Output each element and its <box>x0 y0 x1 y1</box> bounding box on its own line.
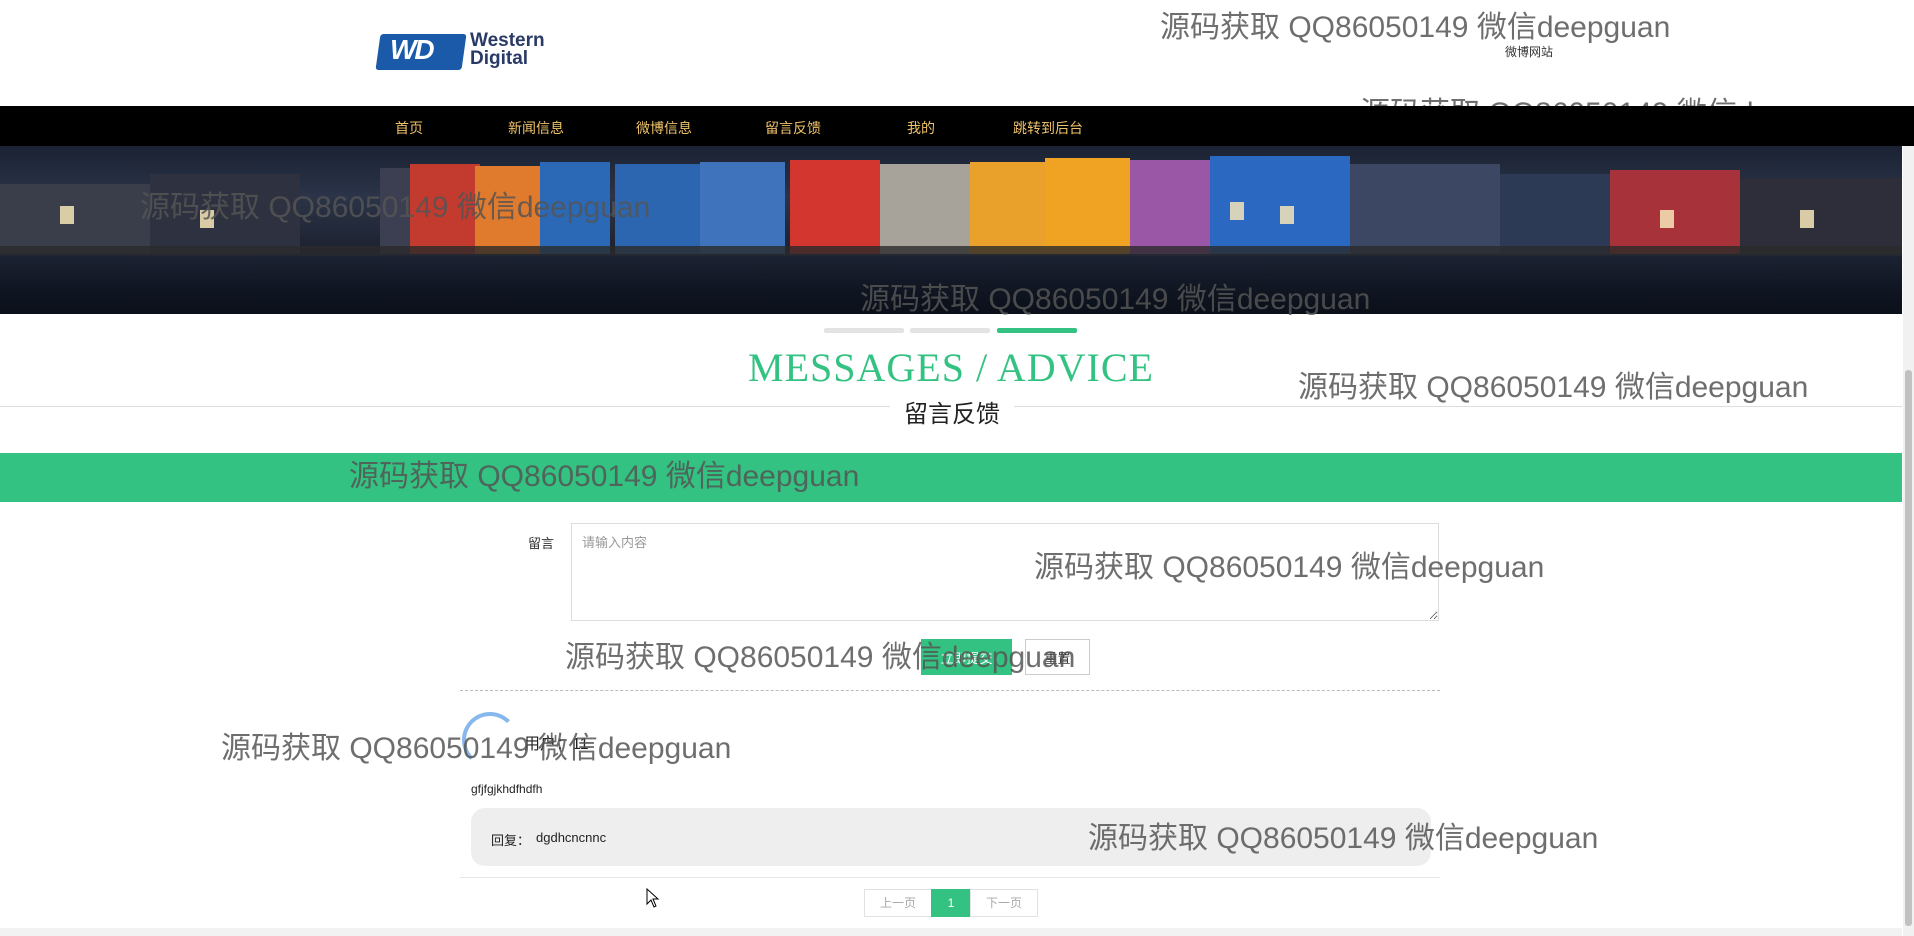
title-decoration-bar-2 <box>910 328 990 333</box>
nav-item-home[interactable]: 首页 <box>395 118 423 138</box>
avatar-loading-icon <box>462 712 518 768</box>
nav-item-news[interactable]: 新闻信息 <box>508 118 564 138</box>
nav-item-weibo[interactable]: 微博信息 <box>636 118 692 138</box>
title-decoration-bar-3 <box>997 328 1077 333</box>
section-title-english: MESSAGES / ADVICE <box>748 345 1154 390</box>
western-digital-logo[interactable]: WD Western Digital <box>375 31 568 72</box>
nav-item-mine[interactable]: 我的 <box>907 118 935 138</box>
message-input[interactable] <box>571 523 1439 621</box>
logo-company-name: Western Digital <box>470 31 545 69</box>
pagination-next-button[interactable]: 下一页 <box>970 889 1038 917</box>
reply-text: dgdhcncnnc <box>536 830 607 845</box>
main-nav: 首页 新闻信息 微博信息 留言反馈 我的 跳转到后台 <box>0 106 1914 146</box>
site-name-link[interactable]: 微博网站 <box>1505 43 1553 60</box>
green-banner-strip <box>0 453 1902 502</box>
submit-button[interactable]: 立即提交 <box>921 639 1012 675</box>
reply-label: 回复： <box>491 833 531 848</box>
watermark-text: 源码获取 QQ86050149 微信deepguan <box>1360 88 1870 106</box>
nav-item-admin[interactable]: 跳转到后台 <box>1013 118 1083 138</box>
watermark-text: 源码获取 QQ86050149 微信deepguan <box>1160 11 1671 44</box>
logo-name-line2: Digital <box>470 48 529 69</box>
scrollbar-thumb[interactable] <box>1905 370 1912 926</box>
hero-banner-image <box>0 146 1902 314</box>
nav-item-feedback[interactable]: 留言反馈 <box>765 118 821 138</box>
message-label: 留言 <box>528 536 555 551</box>
mouse-cursor-icon <box>646 888 660 908</box>
title-decoration-bar-1 <box>824 328 904 333</box>
reply-box <box>471 808 1431 866</box>
message-divider <box>460 877 1440 878</box>
pagination-page-1[interactable]: 1 <box>931 889 971 917</box>
message-user: 用户：11 <box>524 736 589 753</box>
message-content: gfjfgjkhdfhdfh <box>471 782 543 796</box>
section-title-chinese: 留言反馈 <box>904 401 1000 428</box>
pagination-prev-button[interactable]: 上一页 <box>864 889 932 917</box>
reset-button[interactable]: 重置 <box>1025 639 1090 675</box>
bottom-edge <box>0 928 1902 936</box>
wd-logo-text: WD <box>390 34 435 65</box>
form-divider <box>460 690 1440 691</box>
